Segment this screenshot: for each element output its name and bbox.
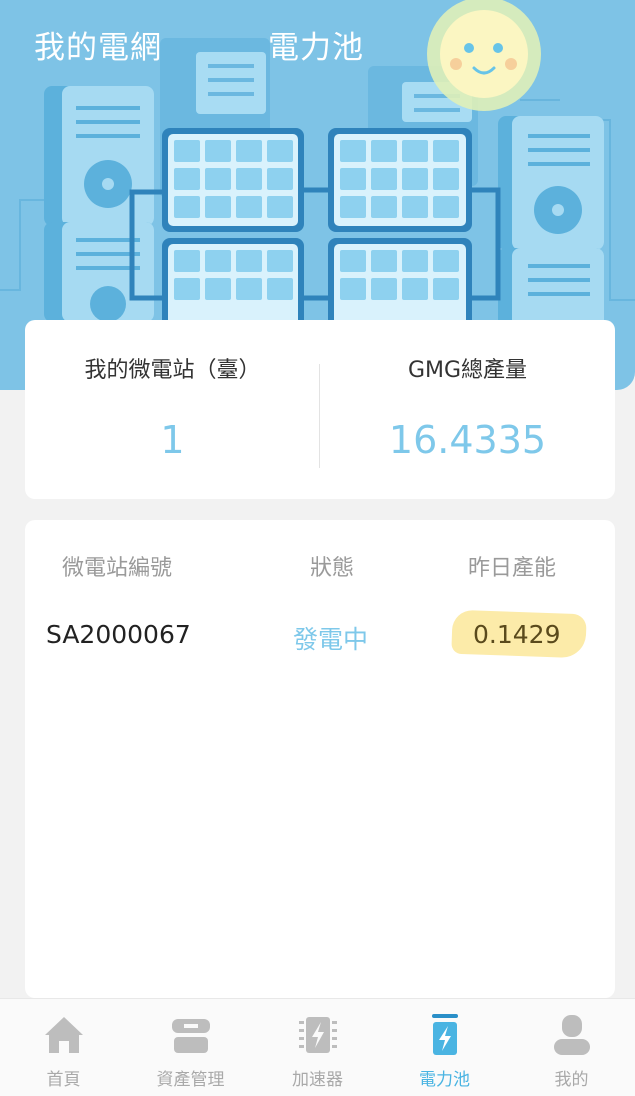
stations-count-value: 1: [160, 418, 185, 462]
column-header-yesterday-output: 昨日產能: [468, 556, 557, 581]
nav-item-power-pool[interactable]: 電力池: [381, 999, 508, 1096]
tab-my-grid[interactable]: 我的電網: [34, 22, 162, 67]
gmg-total-label: GMG總產量: [407, 358, 528, 383]
nav-item-home[interactable]: 首頁: [0, 999, 127, 1096]
nav-label-home: 首頁: [46, 1070, 81, 1090]
nav-item-mine[interactable]: 我的: [508, 999, 635, 1096]
stations-table: 微電站編號 狀態 昨日產能 SA2000067 發電中 0.1429: [25, 520, 615, 998]
bottom-nav: 首頁 資產管理 加速器 電力池 我的: [0, 998, 635, 1096]
user-icon: [554, 1015, 590, 1055]
station-id: SA2000067: [46, 620, 191, 649]
nav-item-accelerator[interactable]: 加速器: [254, 999, 381, 1096]
tab-power-pool[interactable]: 電力池: [268, 22, 364, 67]
station-status: 發電中: [293, 625, 369, 654]
column-header-station-id: 微電站編號: [62, 556, 173, 581]
gmg-total-value: 16.4335: [388, 418, 547, 462]
stats-card: 我的微電站（臺） 1 GMG總產量 16.4335: [25, 320, 615, 499]
nav-label-mine: 我的: [554, 1070, 589, 1090]
stations-count-label: 我的微電站（臺）: [84, 358, 261, 383]
column-header-status: 狀態: [310, 556, 355, 581]
nav-label-assets: 資產管理: [156, 1070, 225, 1090]
station-yesterday-output: 0.1429: [473, 620, 561, 649]
nav-label-accelerator: 加速器: [292, 1070, 343, 1090]
accelerator-chip-icon: [299, 1017, 337, 1053]
home-icon: [45, 1017, 83, 1053]
stations-stat: 我的微電站（臺） 1: [25, 320, 320, 499]
gmg-stat: GMG總產量 16.4335: [320, 320, 615, 499]
table-row[interactable]: SA2000067 發電中 0.1429: [25, 609, 615, 660]
nav-item-assets[interactable]: 資產管理: [127, 999, 254, 1096]
asset-box-icon: [172, 1019, 210, 1053]
battery-bolt-icon: [432, 1014, 458, 1055]
nav-label-power-pool: 電力池: [419, 1070, 470, 1090]
header-tabs: 我的電網 電力池: [0, 22, 635, 66]
